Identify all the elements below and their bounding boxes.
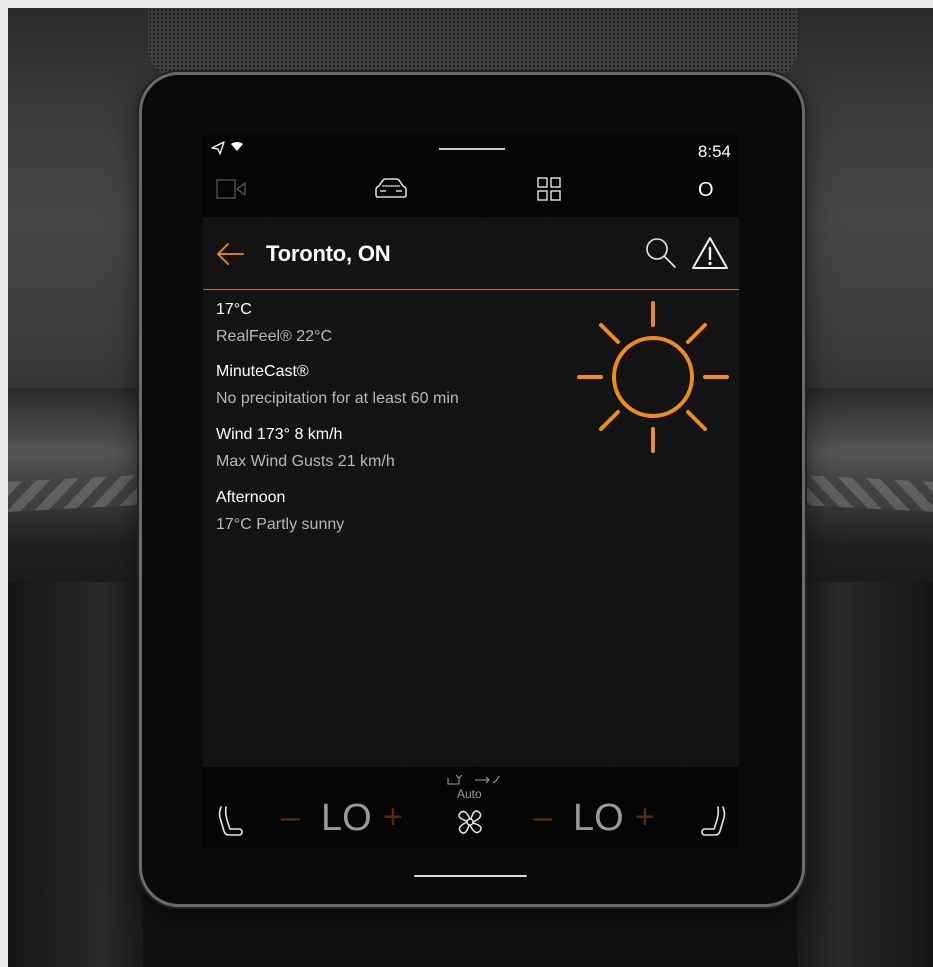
minutecast-text: No precipitation for at least 60 min bbox=[216, 390, 459, 407]
fan-icon[interactable] bbox=[453, 805, 487, 839]
app-grid-icon[interactable] bbox=[535, 175, 563, 203]
recirculation-icon[interactable] bbox=[445, 772, 503, 788]
climate-bar: – LO + Auto – LO + bbox=[203, 767, 739, 848]
back-arrow-icon[interactable] bbox=[215, 241, 245, 267]
weather-header: Toronto, ON bbox=[203, 217, 739, 290]
app-bar: O bbox=[203, 167, 739, 217]
page-title: Toronto, ON bbox=[266, 241, 391, 266]
left-temp-decrease-button[interactable]: – bbox=[281, 798, 300, 837]
right-seat-heat-icon[interactable] bbox=[699, 804, 729, 840]
fan-mode-label: Auto bbox=[457, 787, 482, 801]
warning-icon[interactable] bbox=[690, 235, 730, 271]
wind-info: Wind 173° 8 km/h bbox=[216, 426, 343, 443]
search-icon[interactable] bbox=[642, 235, 678, 271]
right-temp-decrease-button[interactable]: – bbox=[533, 798, 552, 837]
current-temperature: 17°C bbox=[216, 301, 252, 318]
right-temp-increase-button[interactable]: + bbox=[635, 798, 655, 837]
home-indicator[interactable] bbox=[414, 875, 527, 877]
profile-icon[interactable]: O bbox=[698, 179, 714, 202]
period-forecast: 17°C Partly sunny bbox=[216, 516, 345, 533]
car-icon[interactable] bbox=[372, 175, 410, 203]
notification-pull-handle[interactable] bbox=[439, 148, 505, 150]
left-temperature: LO bbox=[321, 797, 372, 839]
status-time: 8:54 bbox=[697, 142, 731, 161]
wifi-icon bbox=[231, 142, 243, 151]
infotainment-screen: 8:54 O Toronto, ON 17°C RealFeel® 22°C M… bbox=[203, 135, 739, 848]
right-temperature: LO bbox=[573, 797, 624, 839]
console-panel-left bbox=[8, 582, 143, 967]
wind-gusts: Max Wind Gusts 21 km/h bbox=[216, 453, 395, 470]
camera-icon[interactable] bbox=[215, 175, 253, 203]
weather-panel: Toronto, ON 17°C RealFeel® 22°C MinuteCa… bbox=[203, 217, 739, 767]
period-title: Afternoon bbox=[216, 489, 286, 506]
left-temp-increase-button[interactable]: + bbox=[383, 798, 403, 837]
status-bar: 8:54 bbox=[203, 135, 739, 167]
minutecast-title: MinuteCast® bbox=[216, 363, 309, 380]
sunny-icon bbox=[577, 301, 729, 453]
navigation-arrow-icon bbox=[211, 141, 225, 155]
speaker-grille bbox=[148, 8, 798, 78]
left-seat-heat-icon[interactable] bbox=[215, 804, 245, 840]
console-panel-right bbox=[798, 582, 933, 967]
realfeel-temperature: RealFeel® 22°C bbox=[216, 328, 333, 345]
